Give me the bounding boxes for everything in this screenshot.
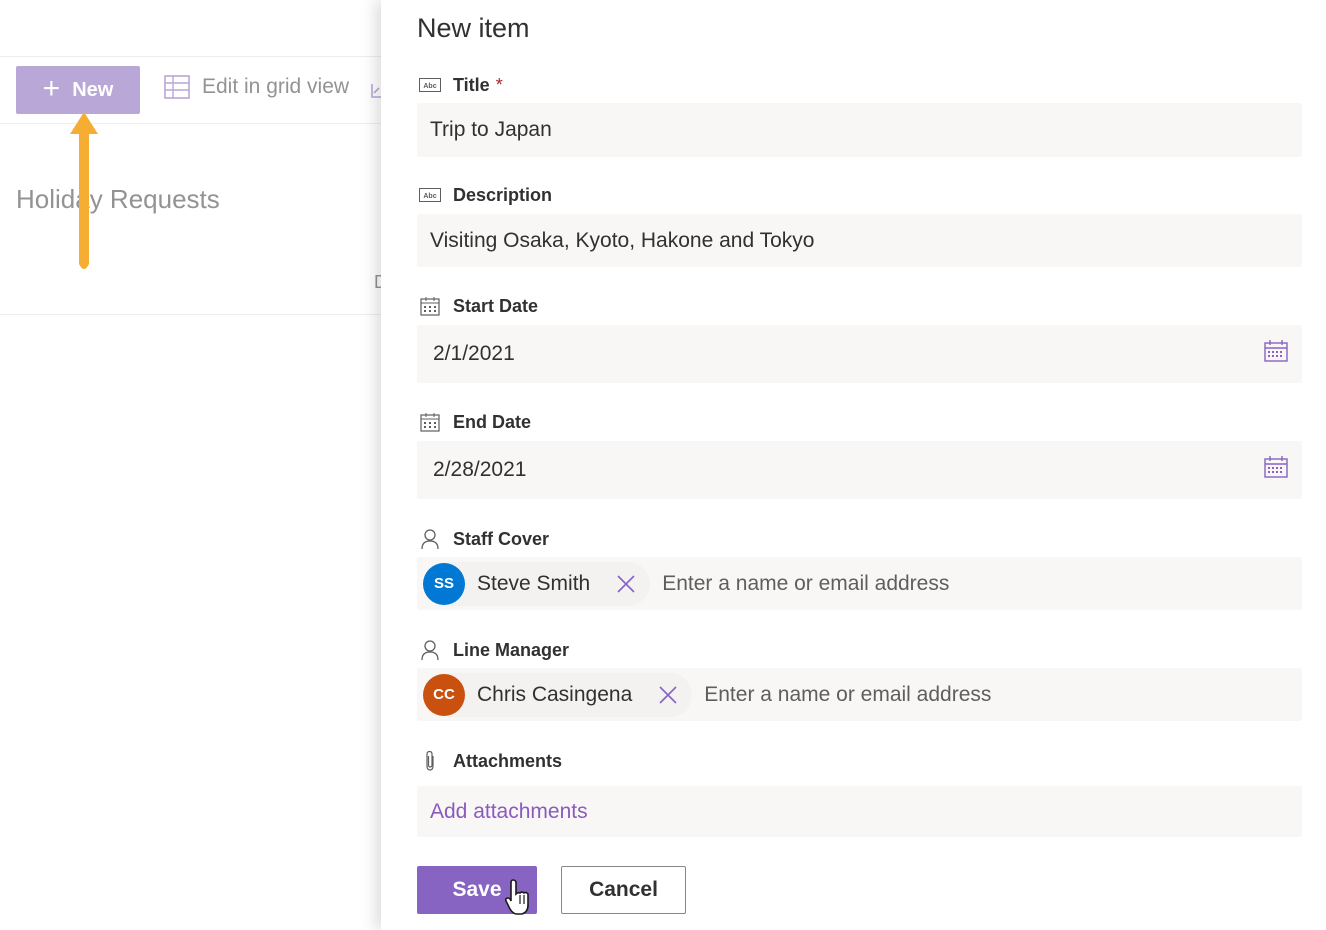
text-field-icon: Abc [419,184,441,206]
description-field-label: Abc Description [419,184,552,206]
start-date-label-text: Start Date [453,295,539,316]
cancel-button[interactable]: Cancel [561,866,686,914]
calendar-icon [419,295,441,317]
line-manager-field-label: Line Manager [419,639,569,661]
remove-person-close-icon[interactable] [654,681,682,709]
person-name: Chris Casingena [477,682,633,706]
end-date-field-label: End Date [419,411,531,433]
description-label-text: Description [453,184,553,205]
attachments-box: Add attachments [417,786,1302,837]
staff-cover-field-label: Staff Cover [419,528,549,550]
svg-text:Abc: Abc [423,83,436,90]
selected-person-chip[interactable]: CC Chris Casingena [423,672,693,717]
line-manager-people-picker[interactable]: CC Chris Casingena [417,668,1302,721]
line-manager-search-input[interactable] [704,682,1105,707]
paperclip-icon [419,750,441,772]
avatar: CC [423,673,465,716]
start-date-value: 2/1/2021 [433,342,515,365]
panel-title: New item [417,13,530,43]
title-value: Trip to Japan [430,118,552,141]
hand-pointer-icon [504,879,529,915]
title-label-text: Title [453,74,490,95]
remove-person-close-icon[interactable] [612,570,640,598]
avatar: SS [423,562,465,605]
svg-text:Abc: Abc [423,193,436,200]
person-icon [419,639,441,661]
attachments-field-label: Attachments [419,750,562,772]
new-item-panel: New item Abc Title * Trip to Japan Abc D… [381,0,1326,930]
line-manager-label-text: Line Manager [453,639,570,660]
end-date-picker-calendar-icon[interactable] [1264,456,1288,484]
required-marker: * [495,74,503,95]
start-date-input[interactable]: 2/1/2021 [417,325,1302,383]
add-attachments-link[interactable]: Add attachments [430,800,588,824]
title-input[interactable]: Trip to Japan [417,103,1302,157]
staff-cover-search-input[interactable] [662,571,1063,596]
end-date-label-text: End Date [453,411,532,432]
title-field-label: Abc Title * [419,74,503,96]
person-name: Steve Smith [477,571,591,595]
attachments-label-text: Attachments [453,750,563,771]
text-field-icon: Abc [419,74,441,96]
staff-cover-people-picker[interactable]: SS Steve Smith [417,557,1302,610]
description-input[interactable]: Visiting Osaka, Kyoto, Hakone and Tokyo [417,214,1302,267]
dim-overlay [0,0,381,930]
end-date-value: 2/28/2021 [433,458,527,481]
person-icon [419,528,441,550]
staff-cover-label-text: Staff Cover [453,528,550,549]
start-date-picker-calendar-icon[interactable] [1264,340,1288,368]
selected-person-chip[interactable]: SS Steve Smith [423,561,651,606]
description-value: Visiting Osaka, Kyoto, Hakone and Tokyo [430,228,815,252]
start-date-field-label: Start Date [419,295,538,317]
calendar-icon [419,411,441,433]
end-date-input[interactable]: 2/28/2021 [417,441,1302,499]
